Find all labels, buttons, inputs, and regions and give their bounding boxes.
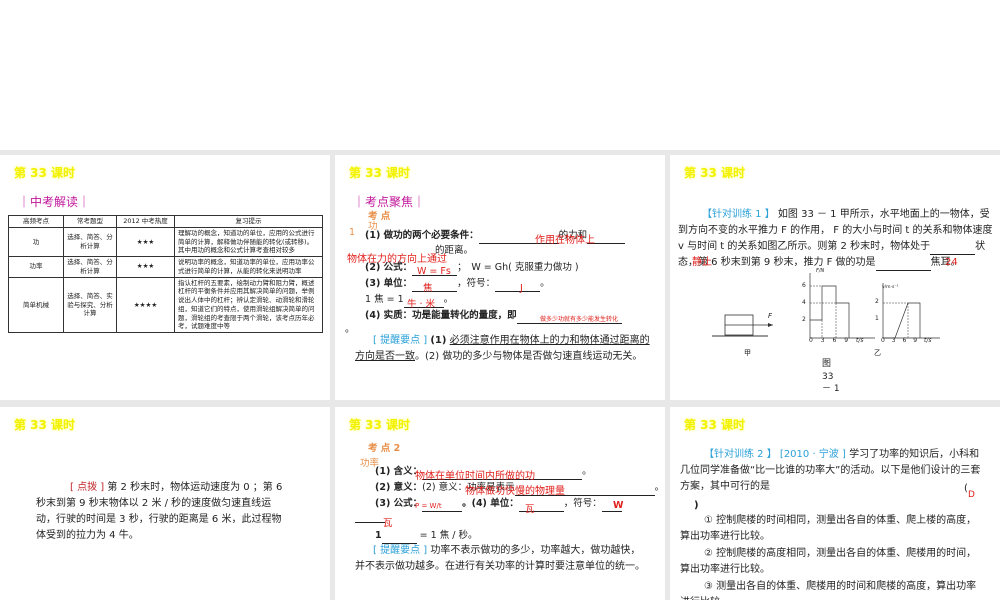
table-cell: 指认杠杆的五要素，绘制动力臂和阻力臂，概述杠杆的平衡条件并应用其解决简单的问题，… xyxy=(174,276,323,334)
table-cell: ★★★ xyxy=(116,226,175,258)
kaodian-label: 考 点 2 xyxy=(368,443,401,454)
table-header: 常考题型 xyxy=(63,215,117,228)
answer-text: D xyxy=(968,490,975,500)
table-cell: 简单机械 xyxy=(8,276,64,334)
table-row: 功率 选择、简答、分析计算 ★★★ 说明功率的概念，知道功率的单位，应用功率公式… xyxy=(8,256,323,278)
slide-thumbnail-6[interactable]: 第 33 课时 【针对训练 2 】 [2010 · 宁波 ] 学习了功率的知识后… xyxy=(670,407,1000,600)
slide-thumbnail-3[interactable]: 第 33 课时 【针对训练 1 】 如图 33 － 1 甲所示，水平地面上的一物… xyxy=(670,155,1000,400)
formula-line: (2) 公式：； W = Gh( 克服重力做功 ) xyxy=(365,261,579,276)
punctuation: 。 xyxy=(345,324,355,335)
slide-title: 第 33 课时 xyxy=(14,418,76,432)
formula-line: (3) 公式： 。(4) 单位： ，符号： xyxy=(375,497,622,512)
slide-thumbnail-2[interactable]: 第 33 课时 ｜考点聚焦｜ 考 点 1 功 (1) 做功的两个必要条件： 的力和… xyxy=(335,155,665,400)
exercise-paragraph: 【针对训练 2 】 [2010 · 宁波 ] 学习了功率的知识后，小科和几位同学… xyxy=(680,449,981,493)
answer-text: J xyxy=(520,283,523,294)
slide-title: 第 33 课时 xyxy=(684,418,746,432)
table-cell: 理解功的概念，知道功的单位，应用的公式进行简单的计算，解释做功伴随能的转化(或转… xyxy=(174,226,323,258)
arrow-head xyxy=(768,323,773,327)
table-cell: ★★★★ xyxy=(116,276,175,334)
table-cell: 说明功率的概念，知道功率的单位，应用功率公式进行简单的计算，从能的转化来说明功率 xyxy=(174,256,323,278)
section-heading: ｜考点聚焦｜ xyxy=(353,195,426,209)
x-ticks: 0 3 6 9 t/s xyxy=(881,337,932,344)
option-3: ③ 测量出各自的体重、爬楼用的时间和爬楼的高度，算出功率进行比较。 xyxy=(680,581,977,600)
table-header: 复习提示 xyxy=(174,215,323,228)
blank-line xyxy=(355,513,385,523)
table-header: 2012 中考热度 xyxy=(116,215,175,228)
answer-text: 作用在物体上 xyxy=(535,235,595,246)
figure-caption: 图 33 － 1 xyxy=(822,359,840,395)
hint-paragraph: [ 点拨 ] 第 2 秒末时，物体运动速度为 0 ；第 6 秒末到第 9 秒末物… xyxy=(36,482,283,541)
tick-label: 4 xyxy=(802,299,806,306)
editor-blank-area xyxy=(0,0,1000,150)
answer-text: P = W/t xyxy=(415,502,442,510)
condition-line: (1) 做功的两个必要条件： 的力和 xyxy=(365,229,665,244)
table-row: 简单机械 选择、简答、实验与探究、分析计算 ★★★★ 指认杠杆的五要素，绘制动力… xyxy=(8,276,323,334)
slide-thumbnail-4[interactable]: 第 33 课时 [ 点拨 ] 第 2 秒末时，物体运动速度为 0 ；第 6 秒末… xyxy=(0,407,330,600)
answer-text: 做多少功就有多少能发生转化 xyxy=(540,316,619,323)
tip-paragraph: [ 提醒要点 ] 功率不表示做功的多少，功率越大，做功越快，并不表示做功越多。在… xyxy=(355,545,645,572)
slide-title: 第 33 课时 xyxy=(349,166,411,180)
kaodian-number: 1 xyxy=(349,227,356,238)
answer-text: 瓦 xyxy=(525,504,535,515)
table-cell: 功 xyxy=(8,226,64,258)
axis-label: F/N xyxy=(816,268,825,274)
slide-title: 第 33 课时 xyxy=(684,166,746,180)
option-1: ① 控制爬楼的时间相同，测量出各自的体重、爬上楼的高度，算出功率进行比较。 xyxy=(680,515,977,543)
tick-label: 1 xyxy=(875,315,879,322)
answer-text: W xyxy=(613,500,624,511)
unit-line: 1 = 1 焦 / 秒。 xyxy=(375,529,477,544)
table-cell: 功率 xyxy=(8,256,64,278)
slide-thumbnail-5[interactable]: 第 33 课时 考 点 2 功率 (1) 含义：。 物体在单位时间内所做的功 (… xyxy=(335,407,665,600)
slide-title: 第 33 课时 xyxy=(14,166,76,180)
exam-table: 高频考点 常考题型 2012 中考热度 复习提示 功 选择、简答、分析计算 ★★… xyxy=(8,215,323,334)
force-time-graph xyxy=(809,273,875,339)
table-cell: 选择、简答、分析计算 xyxy=(63,226,117,258)
section-heading: ｜中考解读｜ xyxy=(18,195,91,209)
table-cell: 选择、简答、实验与探究、分析计算 xyxy=(63,276,117,334)
velocity-line xyxy=(883,302,921,339)
table-cell: ★★★ xyxy=(116,256,175,278)
table-row: 功 选择、简答、分析计算 ★★★ 理解功的概念，知道功的单位，应用的公式进行简单… xyxy=(8,226,323,258)
option-2: ② 控制爬楼的高度相同，测量出各自的体重、爬楼用的时间，算出功率进行比较。 xyxy=(680,548,977,576)
tip-paragraph: [ 提醒要点 ] (1) 必须注意作用在物体上的力和物体通过距离的方向是否一致。… xyxy=(355,335,650,362)
paren: ) xyxy=(694,500,699,511)
answer-text: 静止 xyxy=(692,257,712,268)
tick-label: 2 xyxy=(802,316,806,323)
slide-title: 第 33 课时 xyxy=(349,418,411,432)
tick-label: 2 xyxy=(875,298,879,305)
axis-label: v/m·s⁻¹ xyxy=(882,285,899,290)
x-ticks: 0 3 6 9 t/s xyxy=(809,337,864,344)
table-cell: 选择、简答、分析计算 xyxy=(63,256,117,278)
tick-label: 6 xyxy=(802,282,806,289)
force-label: F xyxy=(768,312,773,320)
table-header: 高频考点 xyxy=(8,215,64,228)
force-line xyxy=(810,285,850,338)
figure-label: 乙 xyxy=(874,349,881,357)
answer-text: 24 xyxy=(945,257,958,268)
figure-label: 甲 xyxy=(744,349,751,357)
slide-thumbnail-1[interactable]: 第 33 课时 ｜中考解读｜ 高频考点 常考题型 2012 中考热度 复习提示 … xyxy=(0,155,330,400)
